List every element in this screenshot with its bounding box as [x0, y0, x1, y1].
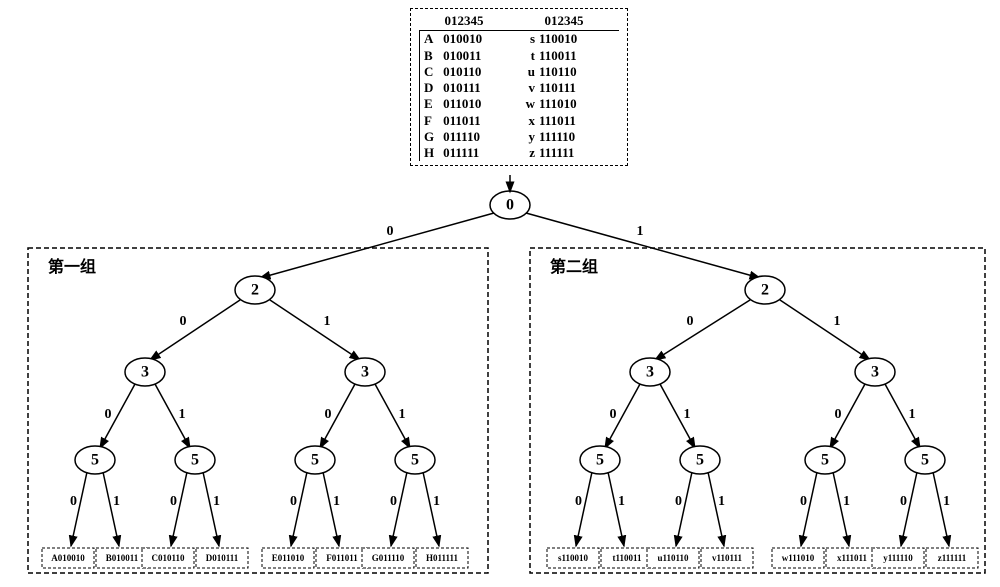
- node-label: 5: [821, 452, 829, 469]
- root-node-label: 0: [506, 197, 514, 214]
- edge-label: 1: [718, 494, 725, 509]
- root-left-edge: [260, 213, 494, 278]
- node-label: 5: [596, 452, 604, 469]
- leaf-label: u110110: [657, 553, 689, 563]
- edge-label: 1: [843, 494, 850, 509]
- leaf-label: z111111: [938, 553, 967, 563]
- edge: [576, 472, 592, 546]
- edge-label: 0: [290, 494, 297, 509]
- edge-label: 1: [333, 494, 340, 509]
- edge: [780, 300, 870, 360]
- edge-label: 0: [105, 407, 112, 422]
- leaf-label: G011110: [372, 553, 405, 563]
- edge-label: 1: [834, 314, 841, 329]
- edge-label: 0: [180, 314, 187, 329]
- edge-label: 1: [324, 314, 331, 329]
- edge: [423, 472, 439, 546]
- edge: [833, 472, 849, 546]
- edge-label: 0: [70, 494, 77, 509]
- node-label: 5: [191, 452, 199, 469]
- edge: [801, 472, 817, 546]
- node-label: 5: [411, 452, 419, 469]
- edge: [323, 472, 339, 546]
- edge-label: 0: [610, 407, 617, 422]
- edge-label: 0: [800, 494, 807, 509]
- leaf-label: s110010: [558, 553, 589, 563]
- edge-label: 0: [170, 494, 177, 509]
- tree-diagram: 第一组 第二组 0 0 1 2 2 0 1 0 1 3 3 3 3 0 1 0 1 0 1…: [0, 0, 1000, 587]
- node-label: 2: [761, 282, 769, 299]
- edge: [676, 472, 692, 546]
- edge: [933, 472, 949, 546]
- edge-label: 1: [909, 407, 916, 422]
- node-label: 5: [696, 452, 704, 469]
- leaf-label: v110111: [712, 553, 743, 563]
- edge-label: 0: [575, 494, 582, 509]
- node-label: 3: [361, 364, 369, 381]
- edge-label: 0: [835, 407, 842, 422]
- leaf-label: C010110: [151, 553, 185, 563]
- edge: [103, 472, 119, 546]
- edge: [608, 472, 624, 546]
- leaf-label: t110011: [612, 553, 642, 563]
- edge-label: 1: [618, 494, 625, 509]
- edge-label: 1: [684, 407, 691, 422]
- edge: [901, 472, 917, 546]
- leaf-label: y111110: [883, 553, 913, 563]
- edge-label: 1: [213, 494, 220, 509]
- edge: [270, 300, 360, 360]
- node-label: 3: [646, 364, 654, 381]
- edge: [708, 472, 724, 546]
- edge: [291, 472, 307, 546]
- edge-label: 0: [900, 494, 907, 509]
- leaf-label: A010010: [51, 553, 85, 563]
- edge: [203, 472, 219, 546]
- edge-label: 1: [637, 224, 644, 239]
- group-1-label: 第一组: [48, 257, 96, 276]
- edge-label: 0: [325, 407, 332, 422]
- edge-label: 1: [433, 494, 440, 509]
- edge-label: 0: [387, 224, 394, 239]
- edge-label: 0: [687, 314, 694, 329]
- node-label: 5: [91, 452, 99, 469]
- edge-label: 1: [113, 494, 120, 509]
- leaf-label: F011011: [326, 553, 358, 563]
- leaf-label: H011111: [426, 553, 459, 563]
- edge: [150, 300, 240, 360]
- leaf-label: E011010: [272, 553, 305, 563]
- edge-label: 1: [399, 407, 406, 422]
- edge: [71, 472, 87, 546]
- node-label: 5: [311, 452, 319, 469]
- edge-label: 0: [390, 494, 397, 509]
- leaf-label: D010111: [206, 553, 239, 563]
- edge-label: 0: [675, 494, 682, 509]
- edge: [391, 472, 407, 546]
- node-label: 5: [921, 452, 929, 469]
- leaf-label: x111011: [837, 553, 868, 563]
- node-label: 2: [251, 282, 259, 299]
- node-label: 3: [871, 364, 879, 381]
- leaf-label: w111010: [782, 553, 815, 563]
- group-2-label: 第二组: [550, 257, 598, 276]
- edge-label: 1: [179, 407, 186, 422]
- leaf-label: B010011: [106, 553, 139, 563]
- node-label: 3: [141, 364, 149, 381]
- edge: [171, 472, 187, 546]
- edge: [655, 300, 750, 360]
- edge-label: 1: [943, 494, 950, 509]
